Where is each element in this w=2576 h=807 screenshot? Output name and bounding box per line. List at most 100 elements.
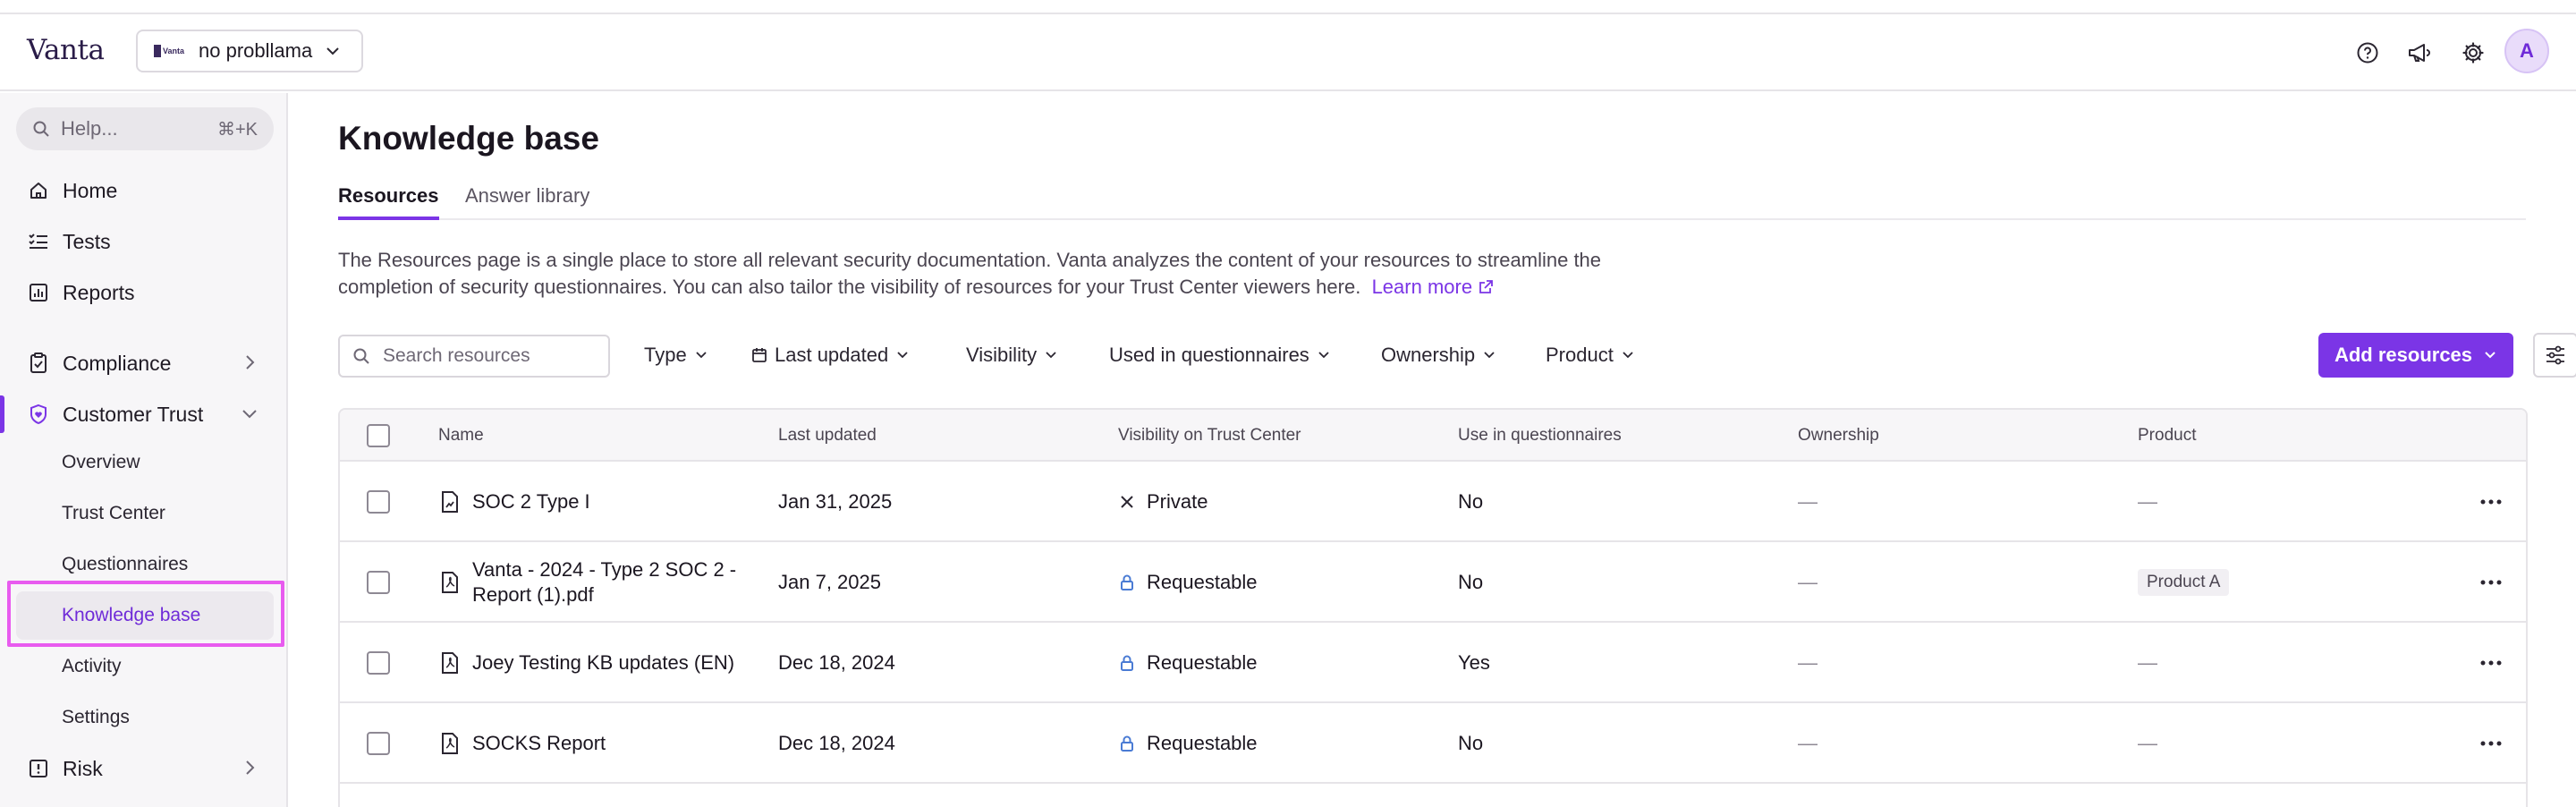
row-checkbox[interactable] [367,490,390,514]
table-header: Name Last updated Visibility on Trust Ce… [340,410,2526,462]
sidebar-subitem-questionnaires[interactable]: Questionnaires [16,540,274,589]
gear-icon[interactable] [2456,36,2490,70]
ownership: — [1798,732,1818,754]
filter-visibility[interactable]: Visibility [966,344,1058,367]
filter-last-updated[interactable]: Last updated [751,344,910,367]
sidebar-subitem-settings[interactable]: Settings [16,693,274,742]
learn-more-link[interactable]: Learn more [1372,276,1495,298]
page-title: Knowledge base [338,120,599,157]
column-header-product[interactable]: Product [2138,426,2196,446]
description-line-2: completion of security questionnaires. Y… [338,274,1787,301]
chevron-down-icon [1046,352,1056,359]
row-checkbox[interactable] [367,651,390,675]
resource-name[interactable]: SOC 2 Type I [440,462,744,542]
column-header-ownership[interactable]: Ownership [1798,426,1879,446]
add-resources-button[interactable]: Add resources [2318,333,2513,378]
last-updated: Dec 18, 2024 [778,651,895,674]
chevron-down-icon [1318,352,1329,359]
filter-type[interactable]: Type [644,344,708,367]
ownership: — [1798,571,1818,593]
shortcut-hint: ⌘+K [216,119,258,140]
help-search[interactable]: Help... ⌘+K [16,107,274,150]
column-header-name[interactable]: Name [438,426,484,446]
ownership: — [1798,490,1818,513]
resource-name[interactable]: Vanta - 2024 - Type 2 SOC 2 - Report (1)… [440,542,744,623]
table-settings-button[interactable] [2533,333,2576,378]
table-row[interactable]: SOC 2 Type I Jan 31, 2025 Private No — — [340,462,2526,542]
sidebar-item-risk[interactable]: Risk [0,746,288,791]
home-icon [27,179,50,202]
clipboard-icon [27,352,50,375]
sidebar-item-label: Home [63,178,118,202]
last-updated: Jan 31, 2025 [778,490,893,513]
help-search-placeholder: Help... [61,117,118,140]
sidebar-item-tests[interactable]: Tests [0,219,288,264]
sidebar-item-label: Reports [63,280,135,304]
pdf-file-icon [442,733,458,754]
more-options-icon[interactable] [2478,650,2504,676]
chart-icon [27,281,50,304]
resource-name[interactable]: SOCKS Report [440,703,744,784]
filter-used-in-questionnaires[interactable]: Used in questionnaires [1109,344,1331,367]
more-options-icon[interactable] [2478,488,2504,515]
sidebar-subitem-trust-center[interactable]: Trust Center [16,489,274,538]
chevron-down-icon [1623,352,1633,359]
top-strip [0,0,2576,14]
chevron-down-icon [696,352,707,359]
x-icon [1118,493,1136,511]
resource-name[interactable]: Joey Testing KB updates (EN) [440,623,744,703]
search-icon [353,348,369,364]
ownership: — [1798,651,1818,674]
checklist-icon [27,230,50,253]
pdf-file-icon [442,652,458,674]
avatar[interactable]: A [2504,29,2549,73]
org-switcher[interactable]: Vanta no probllama [136,30,363,72]
questionnaire-usage: No [1458,732,1484,754]
sidebar-subitem-label: Knowledge base [62,605,201,625]
org-logo: Vanta [154,42,186,60]
tab-answer-library[interactable]: Answer library [465,184,589,217]
product: — [2138,651,2157,674]
tab-bar: Resources Answer library [338,179,2526,220]
sliders-icon [2546,345,2564,365]
description-line-1: The Resources page is a single place to … [338,249,1602,271]
select-all-checkbox[interactable] [367,424,390,447]
sidebar-item-compliance[interactable]: Compliance [0,341,288,386]
product: — [2138,490,2157,513]
visibility-status: Requestable [1118,703,1258,784]
sidebar-item-label: Risk [63,756,103,780]
table-row[interactable]: SOCKS Report Dec 18, 2024 Requestable No… [340,703,2526,784]
sidebar-subitem-activity[interactable]: Activity [16,642,274,691]
filter-product[interactable]: Product [1546,344,1635,367]
row-checkbox[interactable] [367,732,390,755]
sidebar-subitem-overview[interactable]: Overview [16,438,274,487]
more-options-icon[interactable] [2478,730,2504,757]
product-tag: Product A [2138,569,2230,596]
questionnaire-usage: No [1458,490,1484,513]
search-input[interactable]: Search resources [338,335,610,378]
table-row[interactable]: Vanta - 2024 - Type 2 SOC 2 - Report (1)… [340,542,2526,623]
more-options-icon[interactable] [2478,569,2504,596]
sidebar-subitem-knowledge-base[interactable]: Knowledge base [16,591,274,640]
filter-ownership[interactable]: Ownership [1381,344,1496,367]
row-checkbox[interactable] [367,571,390,594]
sidebar-item-customer-trust[interactable]: Customer Trust [0,392,288,437]
help-circle-icon[interactable] [2351,36,2385,70]
chevron-down-icon [1484,352,1495,359]
calendar-icon [752,348,767,362]
sidebar-subitem-label: Trust Center [62,503,165,523]
column-header-visibility[interactable]: Visibility on Trust Center [1118,426,1301,446]
chevron-right-icon [246,760,255,775]
table-row[interactable]: Joey Testing KB updates (EN) Dec 18, 202… [340,623,2526,703]
megaphone-icon[interactable] [2402,36,2436,70]
sidebar-item-label: Compliance [63,351,172,375]
vanta-logo[interactable]: Vanta [27,34,105,66]
sidebar-item-reports[interactable]: Reports [0,270,288,315]
product: — [2138,732,2157,754]
sidebar-item-home[interactable]: Home [0,168,288,213]
last-updated: Jan 7, 2025 [778,571,881,593]
column-header-last-updated[interactable]: Last updated [778,426,877,446]
column-header-questionnaires[interactable]: Use in questionnaires [1458,426,1622,446]
lock-icon [1118,735,1136,752]
tab-resources[interactable]: Resources [338,184,439,220]
